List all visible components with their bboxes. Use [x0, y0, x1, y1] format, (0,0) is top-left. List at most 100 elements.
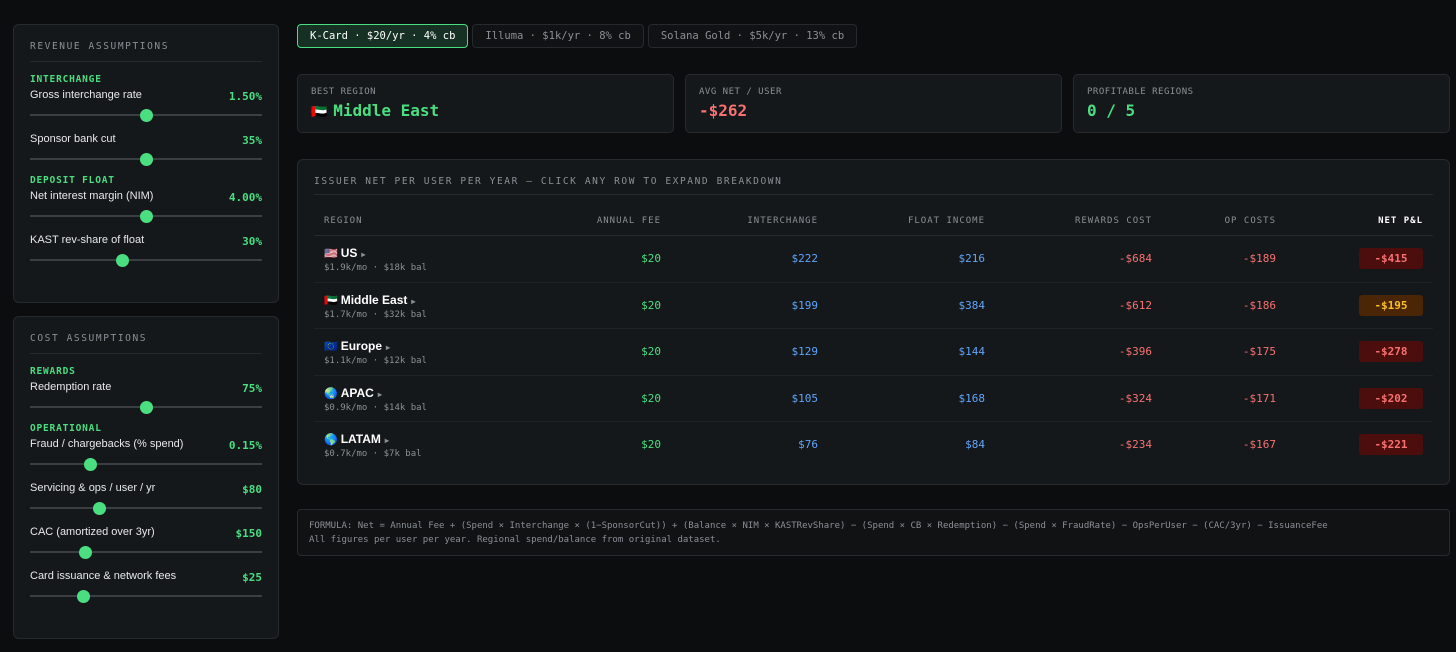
best-region-label: BEST REGION [311, 87, 377, 97]
best-region-value-row: 🇦🇪 Middle East [311, 101, 660, 120]
tab-illuma[interactable]: Illuma · $1k/yr · 8% cb [472, 24, 644, 48]
best-region-card: BEST REGION 🇦🇪 Middle East [297, 74, 674, 133]
slider-track[interactable] [30, 400, 262, 414]
control-value: 0.15% [228, 439, 262, 452]
revenue-panel-title: REVENUE ASSUMPTIONS [30, 25, 262, 62]
globe-icon: 🌏 [324, 387, 338, 400]
control-value: $150 [235, 527, 263, 540]
table-row[interactable]: 🇦🇪 Middle East ▸ $1.7k/mo · $32k bal $20 $… [314, 283, 1433, 329]
chevron-right-icon: ▸ [361, 250, 366, 259]
header-float-income: FLOAT INCOME [907, 216, 985, 226]
control-value: 4.00% [228, 191, 262, 204]
slider-thumb[interactable] [139, 400, 153, 414]
kast-rev-share-control: KAST rev-share of float 30% [30, 232, 262, 276]
rewards-cost-cell: -$396 [1118, 345, 1152, 358]
slider-thumb[interactable] [83, 457, 97, 471]
interchange-section-label: INTERCHANGE [30, 74, 102, 85]
control-label: Net interest margin (NIM) [30, 190, 154, 202]
interchange-cell: $129 [791, 345, 819, 358]
avg-net-label: AVG NET / USER [699, 87, 782, 97]
profitable-regions-label: PROFITABLE REGIONS [1087, 87, 1194, 97]
rewards-cost-cell: -$612 [1118, 298, 1152, 312]
globe-icon: 🌎 [324, 434, 338, 446]
formula-note: FORMULA: Net = Annual Fee + (Spend × Int… [297, 509, 1450, 556]
header-interchange: INTERCHANGE [747, 216, 818, 226]
slider-track[interactable] [30, 545, 262, 559]
slider-thumb[interactable] [139, 152, 153, 166]
card-product-tabs: K-Card · $20/yr · 4% cb Illuma · $1k/yr … [297, 24, 858, 48]
flag-icon: 🇦🇪 [324, 294, 338, 307]
cost-panel-title: COST ASSUMPTIONS [30, 317, 262, 354]
sponsor-bank-cut-control: Sponsor bank cut 35% [30, 131, 262, 175]
rewards-cost-cell: -$684 [1118, 252, 1152, 265]
region-name: 🌏 APAC ▸ [324, 386, 382, 400]
slider-thumb[interactable] [76, 589, 90, 603]
slider-track[interactable] [30, 501, 262, 515]
op-costs-cell: -$189 [1242, 252, 1276, 265]
issuer-net-table-panel: ISSUER NET PER USER PER YEAR — CLICK ANY… [297, 159, 1450, 485]
flag-icon: 🇺🇸 [324, 248, 338, 260]
net-pl-badge: -$195 [1359, 294, 1423, 316]
control-label: Fraud / chargebacks (% spend) [30, 438, 184, 450]
header-annual-fee: ANNUAL FEE [596, 216, 661, 226]
op-costs-cell: -$171 [1242, 391, 1276, 405]
chevron-right-icon: ▸ [386, 343, 391, 352]
control-value: $80 [242, 483, 262, 496]
table-row[interactable]: 🌏 APAC ▸ $0.9k/mo · $14k bal $20 $105 $168… [314, 376, 1433, 422]
region-label: US [340, 246, 358, 260]
region-stats: $0.9k/mo · $14k bal [324, 402, 427, 413]
region-name: 🇪🇺 Europe ▸ [324, 339, 390, 353]
interchange-cell: $76 [798, 438, 818, 451]
rewards-cost-cell: -$324 [1118, 391, 1152, 405]
net-pl-badge: -$202 [1359, 387, 1423, 409]
op-costs-cell: -$167 [1242, 438, 1276, 451]
table-header: REGION ANNUAL FEE INTERCHANGE FLOAT INCO… [314, 195, 1433, 236]
region-name: 🇺🇸 US ▸ [324, 246, 365, 260]
servicing-ops-control: Servicing & ops / user / yr $80 [30, 480, 262, 524]
region-label: LATAM [340, 432, 381, 446]
interchange-cell: $105 [791, 391, 819, 405]
table-title: ISSUER NET PER USER PER YEAR — CLICK ANY… [314, 160, 1433, 195]
slider-track[interactable] [30, 209, 262, 223]
table-row[interactable]: 🌎 LATAM ▸ $0.7k/mo · $7k bal $20 $76 $84 -… [314, 422, 1433, 469]
net-pl-badge: -$278 [1359, 341, 1423, 362]
slider-thumb[interactable] [79, 545, 93, 559]
table-row[interactable]: 🇪🇺 Europe ▸ $1.1k/mo · $12k bal $20 $129 $… [314, 329, 1433, 376]
formula-text: FORMULA: Net = Annual Fee + (Spend × Int… [309, 521, 1328, 531]
slider-thumb[interactable] [93, 501, 107, 515]
slider-thumb[interactable] [116, 253, 130, 267]
region-stats: $0.7k/mo · $7k bal [324, 449, 422, 459]
slider-thumb[interactable] [139, 108, 153, 122]
slider-thumb[interactable] [139, 209, 153, 223]
header-region: REGION [324, 216, 363, 226]
profitable-regions-card: PROFITABLE REGIONS 0 / 5 [1073, 74, 1450, 133]
slider-track[interactable] [30, 457, 262, 471]
flag-icon: 🇦🇪 [311, 105, 328, 120]
region-label: Middle East [340, 292, 408, 307]
nim-control: Net interest margin (NIM) 4.00% [30, 188, 262, 232]
rewards-cost-cell: -$234 [1118, 438, 1152, 451]
control-value: 75% [242, 382, 262, 395]
profitable-regions-value: 0 / 5 [1087, 101, 1136, 120]
annual-fee-cell: $20 [641, 391, 661, 405]
float-income-cell: $216 [958, 252, 986, 265]
formula-footnote: All figures per user per year. Regional … [309, 535, 721, 545]
deposit-float-section-label: DEPOSIT FLOAT [30, 175, 115, 186]
fraud-control: Fraud / chargebacks (% spend) 0.15% [30, 436, 262, 480]
slider-track[interactable] [30, 152, 262, 166]
slider-track[interactable] [30, 108, 262, 122]
slider-track[interactable] [30, 253, 262, 267]
rewards-section-label: REWARDS [30, 366, 76, 377]
region-stats: $1.1k/mo · $12k bal [324, 356, 427, 366]
tab-k-card[interactable]: K-Card · $20/yr · 4% cb [297, 24, 469, 48]
float-income-cell: $384 [958, 298, 986, 312]
operational-section-label: OPERATIONAL [30, 423, 102, 434]
chevron-right-icon: ▸ [411, 296, 416, 306]
slider-track[interactable] [30, 589, 262, 603]
tab-solana-gold[interactable]: Solana Gold · $5k/yr · 13% cb [647, 24, 858, 48]
control-label: Gross interchange rate [30, 89, 142, 101]
control-label: CAC (amortized over 3yr) [30, 526, 155, 538]
op-costs-cell: -$175 [1242, 345, 1276, 358]
chevron-right-icon: ▸ [384, 436, 389, 445]
table-row[interactable]: 🇺🇸 US ▸ $1.9k/mo · $18k bal $20 $222 $216 … [314, 236, 1433, 283]
